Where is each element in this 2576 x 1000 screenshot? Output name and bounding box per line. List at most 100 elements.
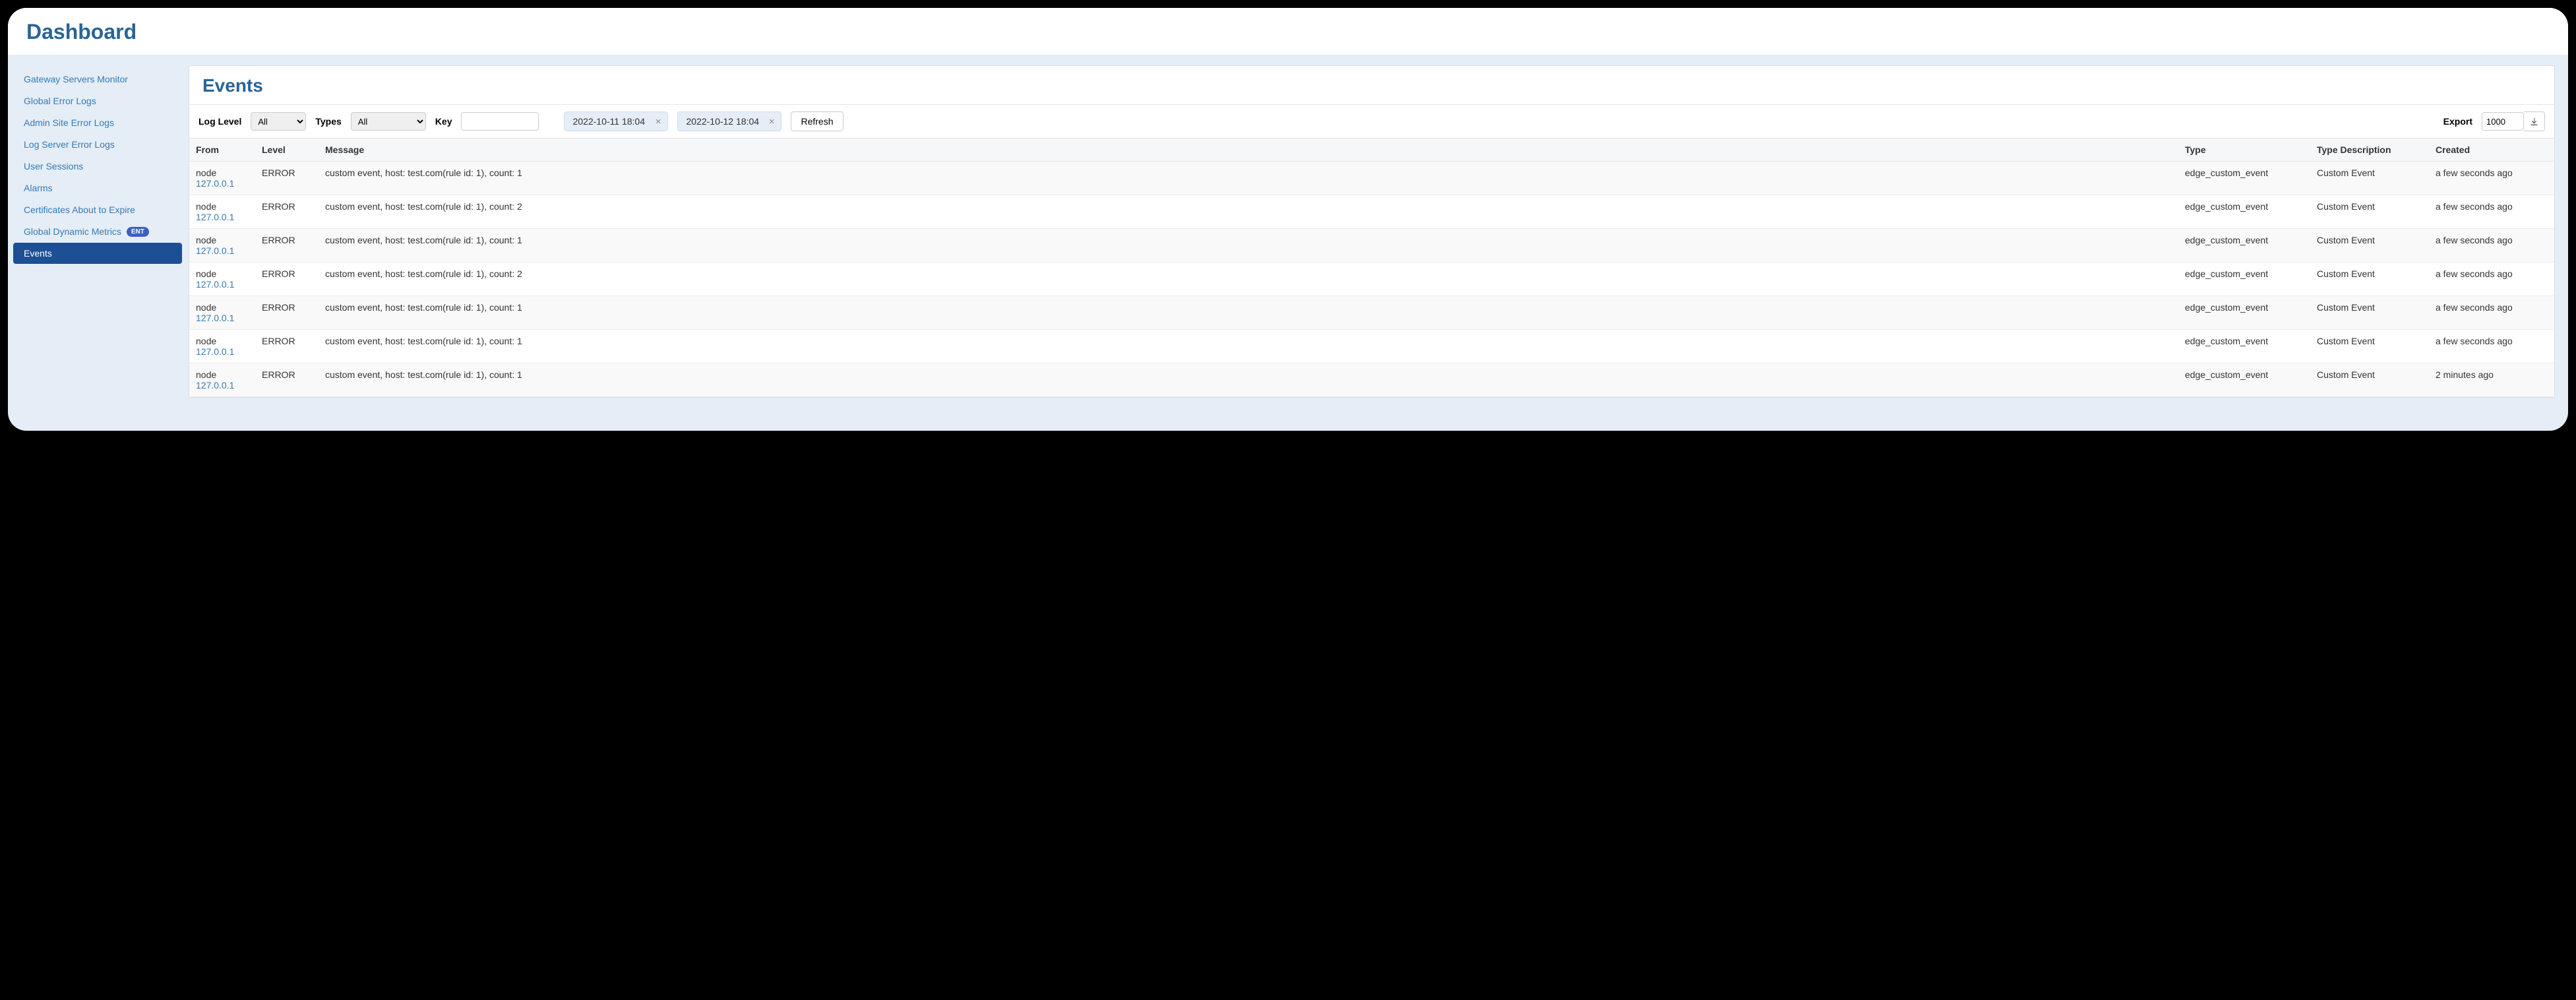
cell-type-desc: Custom Event [2310,296,2429,330]
from-ip-link[interactable]: 127.0.0.1 [196,212,234,222]
table-row: node127.0.0.1ERRORcustom event, host: te… [189,263,2554,296]
from-node: node [196,336,249,346]
cell-message: custom event, host: test.com(rule id: 1)… [319,195,2178,229]
cell-created: a few seconds ago [2429,195,2554,229]
from-node: node [196,201,249,212]
sidebar-item-user-sessions[interactable]: User Sessions [13,156,182,177]
cell-created: a few seconds ago [2429,229,2554,263]
cell-from: node127.0.0.1 [189,195,255,229]
refresh-button[interactable]: Refresh [791,111,843,131]
cell-message: custom event, host: test.com(rule id: 1)… [319,263,2178,296]
sidebar-item-events[interactable]: Events [13,243,182,264]
cell-level: ERROR [255,363,319,397]
cell-type: edge_custom_event [2178,263,2310,296]
cell-message: custom event, host: test.com(rule id: 1)… [319,330,2178,363]
sidebar-item-label: Events [24,248,52,259]
cell-level: ERROR [255,229,319,263]
body: Gateway Servers Monitor Global Error Logs… [8,55,2568,431]
app-title: Dashboard [26,20,2550,44]
cell-created: 2 minutes ago [2429,363,2554,397]
cell-type: edge_custom_event [2178,162,2310,195]
from-node: node [196,369,249,380]
date-to-input[interactable]: 2022-10-12 18:04 × [677,111,782,131]
table-row: node127.0.0.1ERRORcustom event, host: te… [189,162,2554,195]
sidebar-item-label: Alarms [24,183,53,193]
cell-type-desc: Custom Event [2310,195,2429,229]
cell-message: custom event, host: test.com(rule id: 1)… [319,296,2178,330]
export-button[interactable] [2524,111,2545,131]
cell-from: node127.0.0.1 [189,229,255,263]
from-ip-link[interactable]: 127.0.0.1 [196,346,234,357]
cell-from: node127.0.0.1 [189,363,255,397]
app-window: Dashboard Gateway Servers Monitor Global … [8,8,2568,431]
cell-type: edge_custom_event [2178,229,2310,263]
sidebar-item-alarms[interactable]: Alarms [13,177,182,199]
download-icon [2530,117,2538,126]
cell-level: ERROR [255,195,319,229]
cell-type-desc: Custom Event [2310,263,2429,296]
cell-from: node127.0.0.1 [189,330,255,363]
sidebar-item-log-server-error-logs[interactable]: Log Server Error Logs [13,134,182,155]
cell-type: edge_custom_event [2178,296,2310,330]
date-from-input[interactable]: 2022-10-11 18:04 × [564,111,668,131]
sidebar-item-global-error-logs[interactable]: Global Error Logs [13,90,182,111]
cell-created: a few seconds ago [2429,263,2554,296]
from-node: node [196,268,249,279]
cell-created: a few seconds ago [2429,162,2554,195]
clear-date-to-icon[interactable]: × [768,116,776,127]
cell-level: ERROR [255,263,319,296]
from-node: node [196,302,249,313]
date-from-value: 2022-10-11 18:04 [572,116,645,127]
from-ip-link[interactable]: 127.0.0.1 [196,245,234,256]
sidebar-item-certificates-about-to-expire[interactable]: Certificates About to Expire [13,199,182,220]
log-level-label: Log Level [199,116,241,127]
export-count-input[interactable] [2482,112,2524,131]
header: Dashboard [8,8,2568,55]
cell-type: edge_custom_event [2178,363,2310,397]
cell-type-desc: Custom Event [2310,363,2429,397]
cell-type-desc: Custom Event [2310,330,2429,363]
sidebar-item-global-dynamic-metrics[interactable]: Global Dynamic MetricsENT [13,221,182,242]
col-message: Message [319,139,2178,162]
sidebar: Gateway Servers Monitor Global Error Logs… [13,65,182,398]
table-row: node127.0.0.1ERRORcustom event, host: te… [189,296,2554,330]
cell-from: node127.0.0.1 [189,263,255,296]
table-row: node127.0.0.1ERRORcustom event, host: te… [189,363,2554,397]
export-label: Export [2443,116,2472,127]
from-ip-link[interactable]: 127.0.0.1 [196,380,234,391]
sidebar-item-label: Log Server Error Logs [24,139,115,150]
cell-created: a few seconds ago [2429,330,2554,363]
cell-type: edge_custom_event [2178,330,2310,363]
cell-type-desc: Custom Event [2310,229,2429,263]
filter-bar: Log Level All Types All Key 2022-10-11 1… [189,104,2554,139]
log-level-select[interactable]: All [251,112,306,131]
from-node: node [196,235,249,245]
types-label: Types [315,116,341,127]
col-created: Created [2429,139,2554,162]
sidebar-item-label: Gateway Servers Monitor [24,74,128,84]
cell-type: edge_custom_event [2178,195,2310,229]
cell-from: node127.0.0.1 [189,296,255,330]
from-node: node [196,168,249,178]
cell-message: custom event, host: test.com(rule id: 1)… [319,229,2178,263]
cell-message: custom event, host: test.com(rule id: 1)… [319,363,2178,397]
events-table: From Level Message Type Type Description… [189,139,2554,397]
sidebar-item-gateway-servers-monitor[interactable]: Gateway Servers Monitor [13,69,182,90]
page-title: Events [189,66,2554,104]
from-ip-link[interactable]: 127.0.0.1 [196,279,234,290]
date-to-value: 2022-10-12 18:04 [686,116,759,127]
key-input[interactable] [461,112,539,131]
cell-level: ERROR [255,330,319,363]
types-select[interactable]: All [351,112,426,131]
table-row: node127.0.0.1ERRORcustom event, host: te… [189,330,2554,363]
col-tdesc: Type Description [2310,139,2429,162]
cell-from: node127.0.0.1 [189,162,255,195]
sidebar-item-admin-site-error-logs[interactable]: Admin Site Error Logs [13,112,182,133]
sidebar-item-label: Global Error Logs [24,96,96,106]
table-row: node127.0.0.1ERRORcustom event, host: te… [189,229,2554,263]
sidebar-item-badge: ENT [127,227,149,237]
from-ip-link[interactable]: 127.0.0.1 [196,313,234,323]
from-ip-link[interactable]: 127.0.0.1 [196,178,234,189]
clear-date-from-icon[interactable]: × [654,116,663,127]
table-row: node127.0.0.1ERRORcustom event, host: te… [189,195,2554,229]
